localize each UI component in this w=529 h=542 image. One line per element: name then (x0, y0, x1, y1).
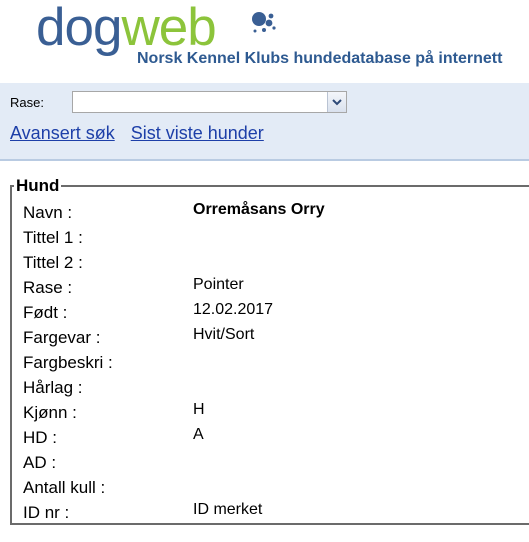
field-row-tittel1: Tittel 1 : (23, 226, 523, 251)
logo-dots-icon (252, 12, 276, 33)
search-bar: Rase: Avansert søk Sist viste hunder (0, 83, 529, 161)
field-row-harlag: Hårlag : (23, 376, 523, 401)
rase-label: Rase: (10, 95, 44, 110)
field-value: ID merket (193, 501, 263, 518)
field-row-navn: Navn : Orremåsans Orry (23, 201, 523, 226)
field-row-fargevar: Fargevar : Hvit/Sort (23, 326, 523, 351)
field-label: Rase : (23, 278, 73, 297)
advanced-search-link[interactable]: Avansert søk (10, 123, 115, 143)
recent-dogs-link[interactable]: Sist viste hunder (131, 123, 264, 143)
field-row-id-nr: ID nr : ID merket (23, 501, 523, 526)
dogweb-logo[interactable]: dogweb Norsk Kennel Klubs hundedatabase … (4, 0, 529, 83)
field-value: A (193, 426, 204, 443)
field-label: Tittel 2 : (23, 253, 83, 272)
field-row-fargbeskri: Fargbeskri : (23, 351, 523, 376)
search-links: Avansert søk Sist viste hunder (10, 123, 275, 144)
field-label: Hårlag : (23, 378, 83, 397)
field-row-kjonn: Kjønn : H (23, 401, 523, 426)
dog-section-title: Hund (14, 176, 62, 196)
chevron-down-icon[interactable] (327, 92, 346, 112)
logo-web-text: web (121, 0, 216, 57)
field-row-ad: AD : (23, 451, 523, 476)
field-label: AD : (23, 453, 57, 472)
field-label: Fargevar : (23, 328, 101, 347)
field-value: 12.02.2017 (193, 301, 274, 318)
field-label: Navn : (23, 203, 73, 222)
field-label: ID nr : (23, 503, 70, 522)
field-value: Pointer (193, 276, 244, 293)
dog-fields: Navn : Orremåsans Orry Tittel 1 : Tittel… (23, 201, 523, 526)
logo-dog-text: dog (36, 0, 122, 57)
field-label: HD : (23, 428, 57, 447)
field-label: Fargbeskri : (23, 353, 113, 372)
field-value: Orremåsans Orry (193, 201, 325, 218)
field-row-hd: HD : A (23, 426, 523, 451)
logo-tagline: Norsk Kennel Klubs hundedatabase på inte… (137, 50, 503, 67)
rase-select[interactable] (72, 91, 347, 113)
field-row-fodt: Født : 12.02.2017 (23, 301, 523, 326)
field-row-antall-kull: Antall kull : (23, 476, 523, 501)
field-row-rase: Rase : Pointer (23, 276, 523, 301)
field-label: Tittel 1 : (23, 228, 83, 247)
field-label: Kjønn : (23, 403, 77, 422)
site-header: dogweb Norsk Kennel Klubs hundedatabase … (0, 0, 529, 83)
field-label: Født : (23, 303, 68, 322)
field-label: Antall kull : (23, 478, 106, 497)
field-row-tittel2: Tittel 2 : (23, 251, 523, 276)
field-value: H (193, 401, 205, 418)
field-value: Hvit/Sort (193, 326, 255, 343)
